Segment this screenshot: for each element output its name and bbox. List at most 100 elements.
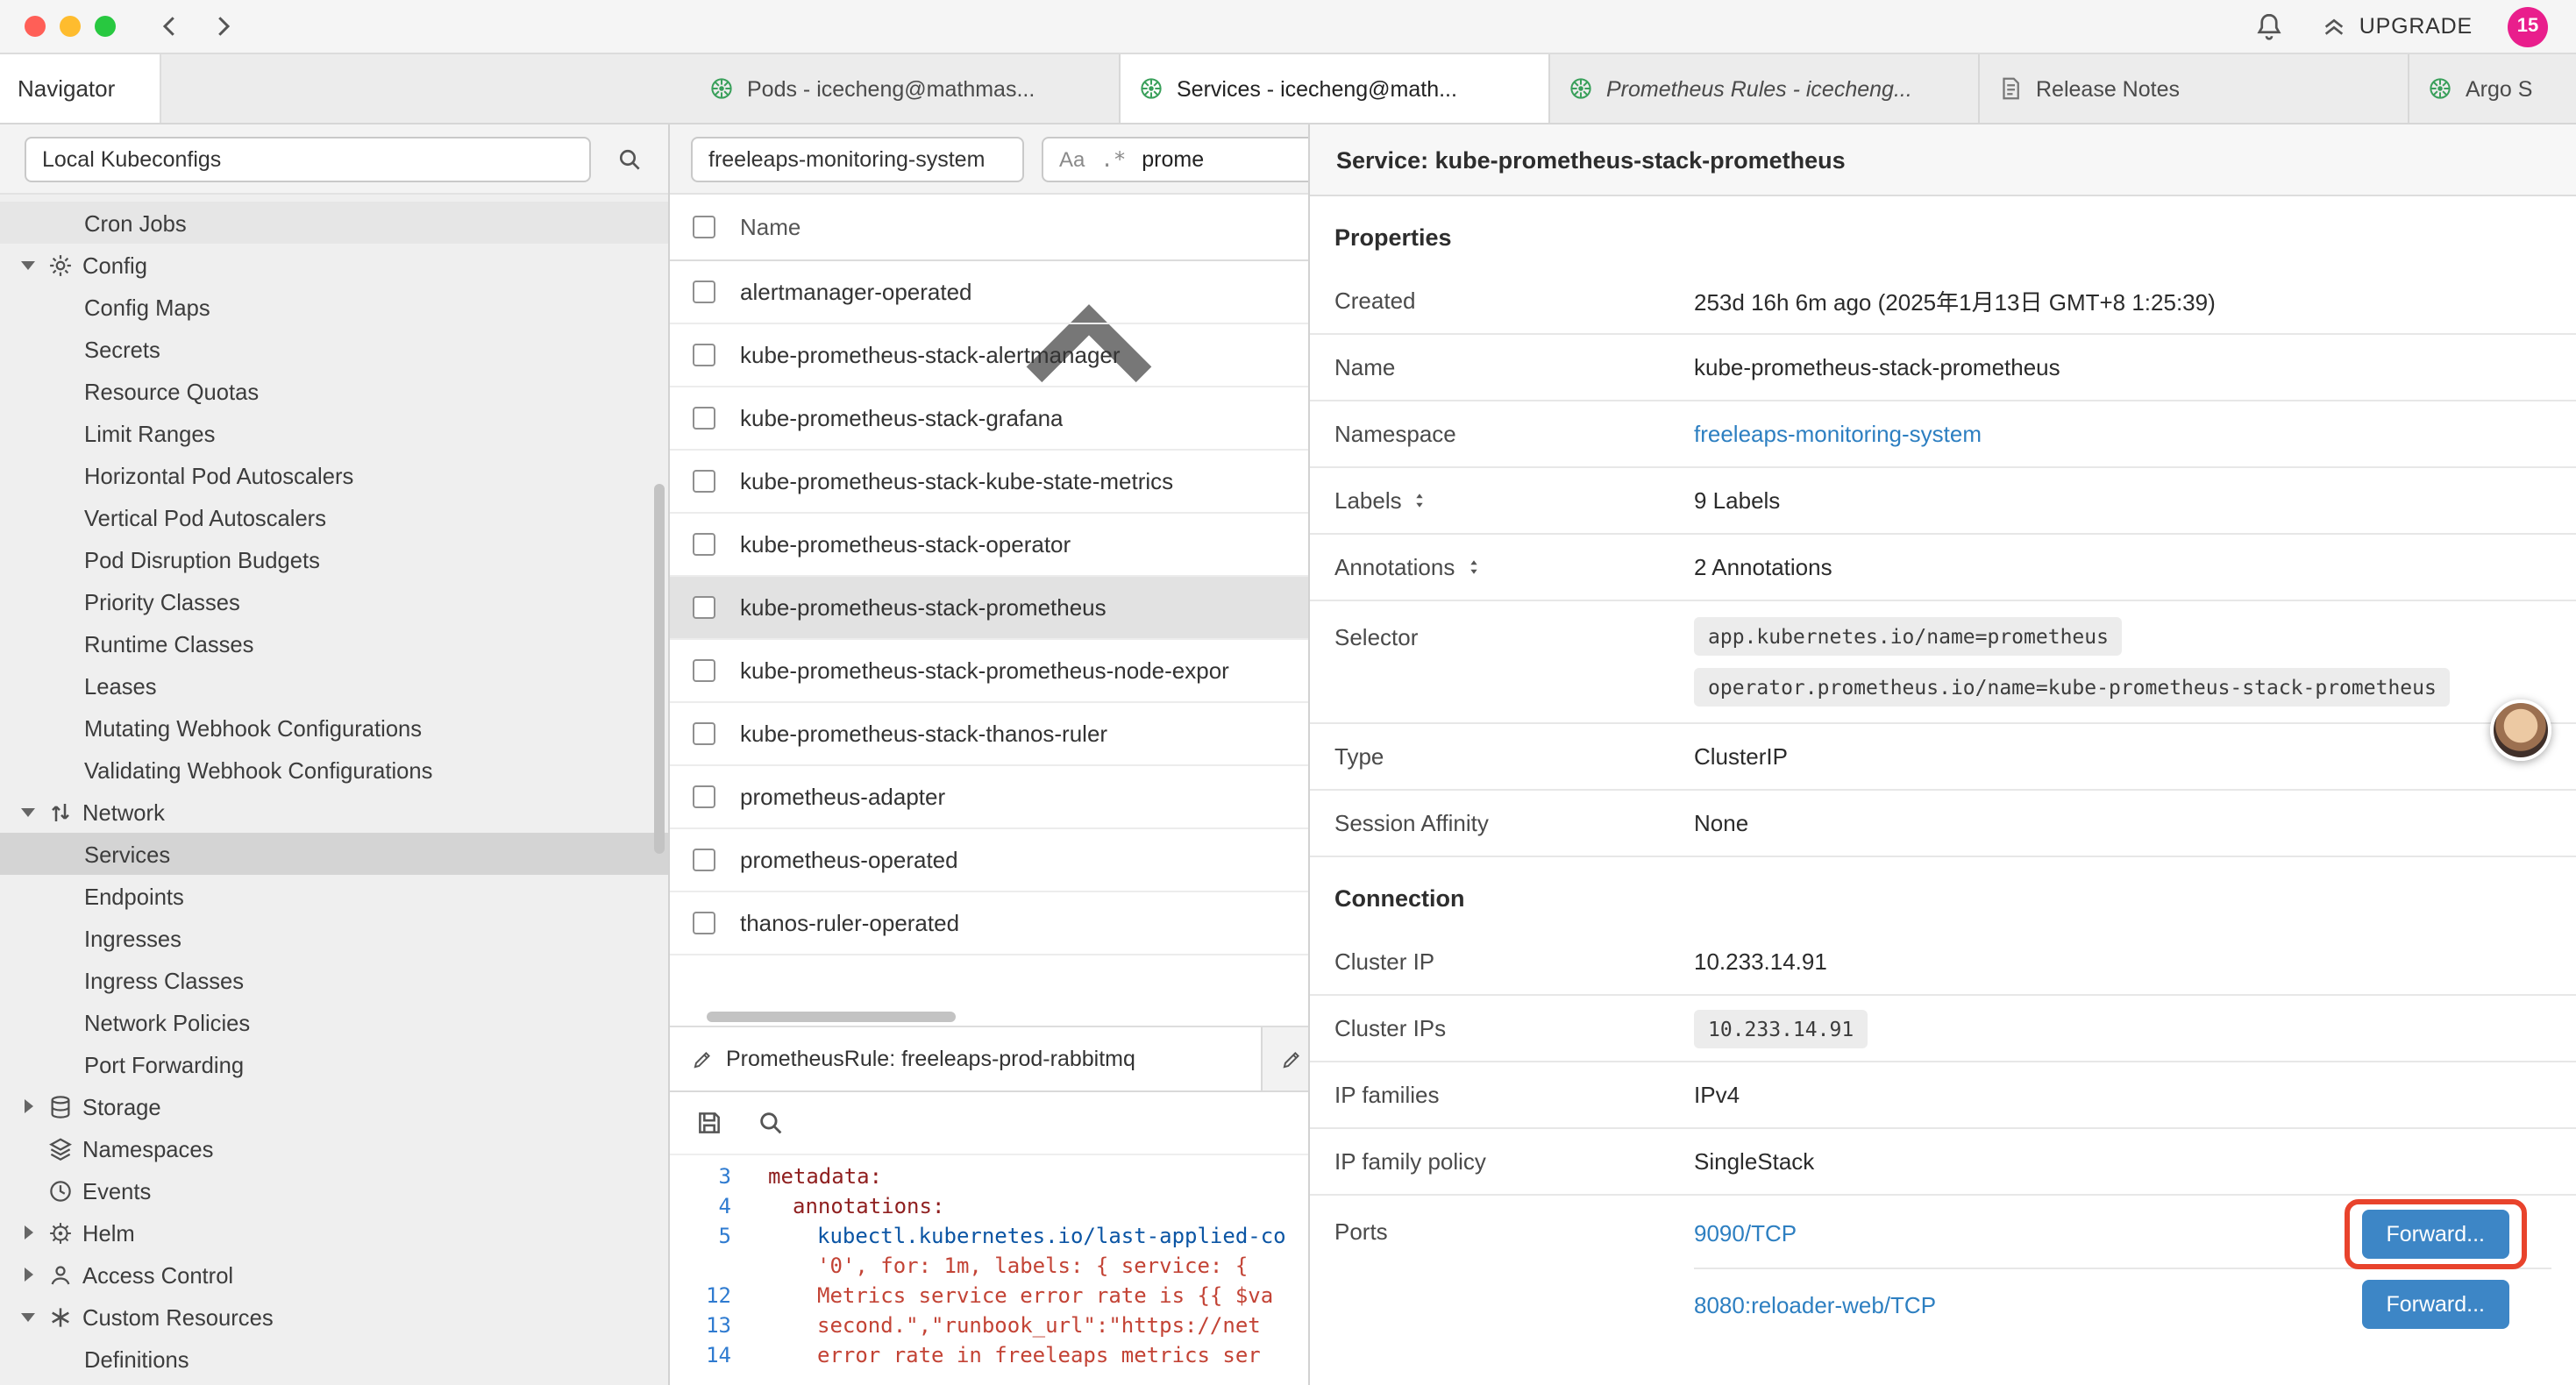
row-checkbox[interactable] [693, 344, 715, 366]
sidebar-item[interactable]: Events [0, 1169, 668, 1211]
sidebar-item[interactable]: Network [0, 791, 668, 833]
expand-updown-icon[interactable] [1463, 556, 1483, 579]
table-row[interactable]: kube-prometheus-stack-kube-state-metrics [670, 451, 1308, 514]
forward-button[interactable]: Forward... [2361, 1209, 2509, 1258]
sidebar-item[interactable]: Endpoints [0, 875, 668, 917]
selector-label: Selector [1334, 624, 1418, 650]
table-row[interactable]: thanos-ruler-operated [670, 892, 1308, 955]
sidebar-item[interactable]: Vertical Pod Autoscalers [0, 496, 668, 538]
row-checkbox[interactable] [693, 533, 715, 556]
service-name: kube-prometheus-stack-prometheus-node-ex… [740, 657, 1229, 684]
regex-toggle[interactable]: .* [1100, 146, 1126, 171]
row-checkbox[interactable] [693, 785, 715, 808]
sidebar-item[interactable]: Resource Quotas [0, 370, 668, 412]
sidebar-item[interactable]: Custom Resources [0, 1296, 668, 1338]
table-row[interactable]: alertmanager-operated [670, 261, 1308, 324]
sidebar-item[interactable]: Limit Ranges [0, 412, 668, 454]
close-tab-icon[interactable] [1508, 77, 1531, 100]
sidebar-item[interactable]: Ingress Classes [0, 959, 668, 1001]
forward-arrow-icon[interactable] [207, 11, 238, 42]
row-checkbox[interactable] [693, 596, 715, 619]
editor-search-icon[interactable] [756, 1108, 786, 1138]
namespace-select[interactable]: freeleaps-monitoring-system [691, 136, 1024, 181]
table-row[interactable]: kube-prometheus-stack-grafana [670, 387, 1308, 451]
sidebar-item[interactable]: Validating Webhook Configurations [0, 749, 668, 791]
save-icon[interactable] [694, 1108, 724, 1138]
sidebar-item[interactable]: Definitions [0, 1338, 668, 1380]
sidebar-item[interactable]: Secrets [0, 328, 668, 370]
zoom-window-button[interactable] [95, 16, 116, 37]
search-input[interactable]: Aa .* prome [1042, 136, 1308, 181]
sidebar-item[interactable]: Config [0, 244, 668, 286]
dock-tab-next-partial[interactable] [1263, 1027, 1310, 1090]
sidebar-item[interactable]: Leases [0, 664, 668, 707]
sidebar-item[interactable]: Namespaces [0, 1127, 668, 1169]
row-checkbox[interactable] [693, 722, 715, 745]
minimize-window-button[interactable] [60, 16, 81, 37]
table-row[interactable]: prometheus-adapter [670, 766, 1308, 829]
user-avatar[interactable] [2490, 700, 2551, 761]
expand-updown-icon[interactable] [1411, 489, 1430, 512]
editor-tab[interactable]: Prometheus Rules - icecheng... [1550, 54, 1980, 123]
sort-ascending-icon[interactable] [825, 216, 848, 238]
editor-tab[interactable]: Argo S [2409, 54, 2576, 123]
sidebar-item[interactable]: Priority Classes [0, 580, 668, 622]
sidebar-search-icon[interactable] [616, 145, 644, 173]
select-all-checkbox[interactable] [693, 216, 715, 238]
table-row[interactable]: prometheus-operated [670, 829, 1308, 892]
name-column-header[interactable]: Name [740, 214, 801, 240]
sidebar-item[interactable]: Ingresses [0, 917, 668, 959]
tree-chevron-icon [18, 254, 39, 275]
sidebar-item[interactable]: Cron Jobs [0, 202, 668, 244]
row-checkbox[interactable] [693, 849, 715, 871]
line-number: 5 [670, 1222, 754, 1252]
upgrade-button[interactable]: UPGRADE [2321, 12, 2473, 40]
row-checkbox[interactable] [693, 659, 715, 682]
row-checkbox[interactable] [693, 912, 715, 934]
table-row[interactable]: kube-prometheus-stack-operator [670, 514, 1308, 577]
port-link-9090[interactable]: 9090/TCP [1694, 1220, 1797, 1246]
row-checkbox[interactable] [693, 470, 715, 493]
sidebar-scrollbar[interactable] [654, 484, 665, 854]
sidebar-item[interactable]: Port Forwarding [0, 1043, 668, 1085]
close-window-button[interactable] [25, 16, 46, 37]
ip-family-policy-label: IP family policy [1334, 1148, 1486, 1175]
sidebar-item[interactable]: Pod Disruption Budgets [0, 538, 668, 580]
editor-tab[interactable]: Release Notes [1980, 54, 2409, 123]
dock-tab-prometheusrule[interactable]: PrometheusRule: freeleaps-prod-rabbitmq [670, 1027, 1263, 1090]
table-row[interactable]: kube-prometheus-stack-alertmanager [670, 324, 1308, 387]
yaml-editor[interactable]: 3 metadata: 4 annotations: 5 kubectl.kub… [670, 1155, 1308, 1385]
edit-pencil-icon[interactable] [2411, 145, 2441, 174]
sidebar-item[interactable]: Runtime Classes [0, 622, 668, 664]
tabbar-spacer [161, 54, 691, 123]
kubeconfig-select[interactable]: Local Kubeconfigs [25, 136, 591, 181]
table-row[interactable]: kube-prometheus-stack-prometheus [670, 577, 1308, 640]
type-label: Type [1334, 743, 1384, 770]
forward-button[interactable]: Forward... [2361, 1280, 2509, 1329]
session-affinity-value: None [1694, 810, 2551, 836]
back-arrow-icon[interactable] [154, 11, 186, 42]
sidebar-item[interactable]: Access Control [0, 1254, 668, 1296]
table-row[interactable]: kube-prometheus-stack-thanos-ruler [670, 703, 1308, 766]
port-link-8080[interactable]: 8080:reloader-web/TCP [1694, 1291, 1936, 1318]
sidebar-item[interactable]: Services [0, 833, 668, 875]
horizontal-scrollbar[interactable] [707, 1012, 956, 1022]
sidebar-item[interactable]: Network Policies [0, 1001, 668, 1043]
notifications-bell-icon[interactable] [2254, 11, 2286, 42]
sidebar-item[interactable]: Storage [0, 1085, 668, 1127]
editor-tab[interactable]: Services - icecheng@math... [1121, 54, 1550, 123]
sidebar-item[interactable]: Config Maps [0, 286, 668, 328]
delete-trash-icon[interactable] [2466, 145, 2495, 174]
row-checkbox[interactable] [693, 407, 715, 430]
match-case-toggle[interactable]: Aa [1059, 146, 1085, 171]
row-checkbox[interactable] [693, 281, 715, 303]
table-row[interactable]: kube-prometheus-stack-prometheus-node-ex… [670, 640, 1308, 703]
editor-tab[interactable]: Pods - icecheng@mathmas... [691, 54, 1121, 123]
sidebar-item[interactable]: Horizontal Pod Autoscalers [0, 454, 668, 496]
sidebar-item[interactable]: Mutating Webhook Configurations [0, 707, 668, 749]
sidebar-item[interactable]: Helm [0, 1211, 668, 1254]
sidebar-item-label: Endpoints [84, 883, 184, 909]
namespace-link[interactable]: freeleaps-monitoring-system [1694, 421, 1982, 447]
notification-count-badge[interactable]: 15 [2508, 6, 2548, 46]
close-drawer-icon[interactable] [2520, 145, 2550, 174]
